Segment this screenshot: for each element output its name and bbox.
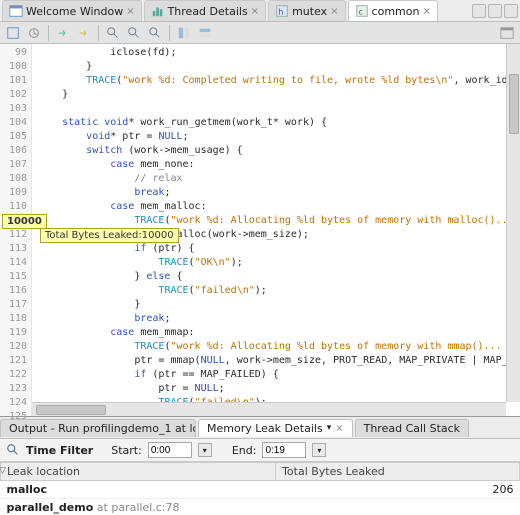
start-label: Start: bbox=[111, 444, 142, 457]
search-icon[interactable] bbox=[6, 443, 20, 457]
find-prev-button[interactable] bbox=[125, 24, 143, 42]
horizontal-scrollbar[interactable] bbox=[32, 402, 506, 416]
toggle-button-1[interactable] bbox=[175, 24, 193, 42]
dropdown-icon[interactable]: ▾ bbox=[327, 423, 332, 433]
nav-fwd-button[interactable] bbox=[488, 4, 502, 18]
sort-indicator-icon: ▽ bbox=[0, 466, 6, 476]
code-editor: 99 100 101 102 103 104 105 106 107 108 1… bbox=[0, 44, 520, 417]
step-button-2[interactable] bbox=[75, 24, 93, 42]
panel-toggle-icon[interactable] bbox=[498, 24, 516, 42]
cell-total-bytes: 206 bbox=[276, 481, 520, 499]
column-header-label: Leak location bbox=[7, 465, 80, 478]
end-time-input[interactable] bbox=[262, 442, 306, 458]
c-file-icon: c bbox=[355, 4, 369, 18]
find-button[interactable] bbox=[104, 24, 122, 42]
separator bbox=[169, 25, 170, 41]
col-leak-location[interactable]: ▽ Leak location bbox=[1, 463, 276, 481]
tab-output[interactable]: Output - Run profilingdemo_1 at loca... bbox=[0, 419, 196, 437]
table-row[interactable]: parallel_demo at parallel.c:78 bbox=[1, 499, 520, 515]
close-icon[interactable]: × bbox=[330, 6, 338, 17]
toggle-button-2[interactable] bbox=[196, 24, 214, 42]
close-icon[interactable]: × bbox=[335, 423, 343, 434]
end-time-picker-button[interactable]: ▾ bbox=[312, 443, 326, 457]
source-button[interactable] bbox=[4, 24, 22, 42]
c-header-icon: h bbox=[275, 4, 289, 18]
nav-back-button[interactable] bbox=[472, 4, 486, 18]
step-button-1[interactable] bbox=[54, 24, 72, 42]
separator bbox=[98, 25, 99, 41]
tab-memory-leak[interactable]: Memory Leak Details ▾ × bbox=[198, 419, 353, 437]
find-next-button[interactable] bbox=[146, 24, 164, 42]
time-filter-label: Time Filter bbox=[26, 444, 93, 457]
start-time-input[interactable] bbox=[148, 442, 192, 458]
tab-label: Output - Run profilingdemo_1 at loca... bbox=[9, 422, 196, 435]
end-label: End: bbox=[232, 444, 257, 457]
tab-label: Welcome Window bbox=[26, 5, 123, 18]
time-filter-bar: Time Filter Start: ▾ End: ▾ bbox=[0, 439, 520, 462]
tab-label: Thread Call Stack bbox=[364, 422, 460, 435]
bottom-panel: Output - Run profilingdemo_1 at loca... … bbox=[0, 417, 520, 515]
tab-thread-stack[interactable]: Thread Call Stack bbox=[355, 419, 469, 437]
graph-icon bbox=[151, 4, 165, 18]
tab-thread-details[interactable]: Thread Details × bbox=[144, 0, 266, 21]
scrollbar-thumb[interactable] bbox=[36, 405, 106, 415]
editor-tab-bar: Welcome Window × Thread Details × h mute… bbox=[0, 0, 520, 22]
editor-toolbar bbox=[0, 22, 520, 44]
leak-value-badge: 10000 bbox=[2, 214, 47, 229]
table-row[interactable]: malloc206 bbox=[1, 481, 520, 499]
tab-label: Thread Details bbox=[168, 5, 248, 18]
leak-tooltip: Total Bytes Leaked:10000 bbox=[40, 228, 179, 243]
leak-table: ▽ Leak location Total Bytes Leaked mallo… bbox=[0, 462, 520, 515]
column-header-label: Total Bytes Leaked bbox=[282, 465, 385, 478]
window-icon bbox=[9, 4, 23, 18]
close-icon[interactable]: × bbox=[422, 6, 430, 17]
svg-text:c: c bbox=[358, 8, 362, 17]
line-number-gutter: 99 100 101 102 103 104 105 106 107 108 1… bbox=[0, 44, 32, 416]
tab-label: common bbox=[372, 5, 420, 18]
cell-total-bytes bbox=[276, 499, 520, 515]
col-total-bytes[interactable]: Total Bytes Leaked bbox=[276, 463, 520, 481]
svg-text:h: h bbox=[279, 8, 284, 17]
vertical-scrollbar[interactable] bbox=[506, 44, 520, 402]
cell-leak-location: parallel_demo at parallel.c:78 bbox=[1, 499, 276, 515]
cell-leak-location: malloc bbox=[1, 481, 276, 499]
history-button[interactable] bbox=[25, 24, 43, 42]
tab-common[interactable]: c common × bbox=[348, 0, 438, 21]
tab-label: mutex bbox=[292, 5, 327, 18]
close-icon[interactable]: × bbox=[126, 6, 134, 17]
separator bbox=[48, 25, 49, 41]
tab-welcome[interactable]: Welcome Window × bbox=[2, 0, 142, 21]
tab-group: Welcome Window × Thread Details × h mute… bbox=[2, 0, 438, 21]
bottom-tab-bar: Output - Run profilingdemo_1 at loca... … bbox=[0, 417, 520, 439]
start-time-picker-button[interactable]: ▾ bbox=[198, 443, 212, 457]
tab-label: Memory Leak Details bbox=[207, 422, 323, 435]
menu-button[interactable] bbox=[504, 4, 518, 18]
window-controls bbox=[472, 4, 518, 18]
scrollbar-thumb[interactable] bbox=[509, 74, 519, 134]
tab-mutex[interactable]: h mutex × bbox=[268, 0, 345, 21]
close-icon[interactable]: × bbox=[251, 6, 259, 17]
